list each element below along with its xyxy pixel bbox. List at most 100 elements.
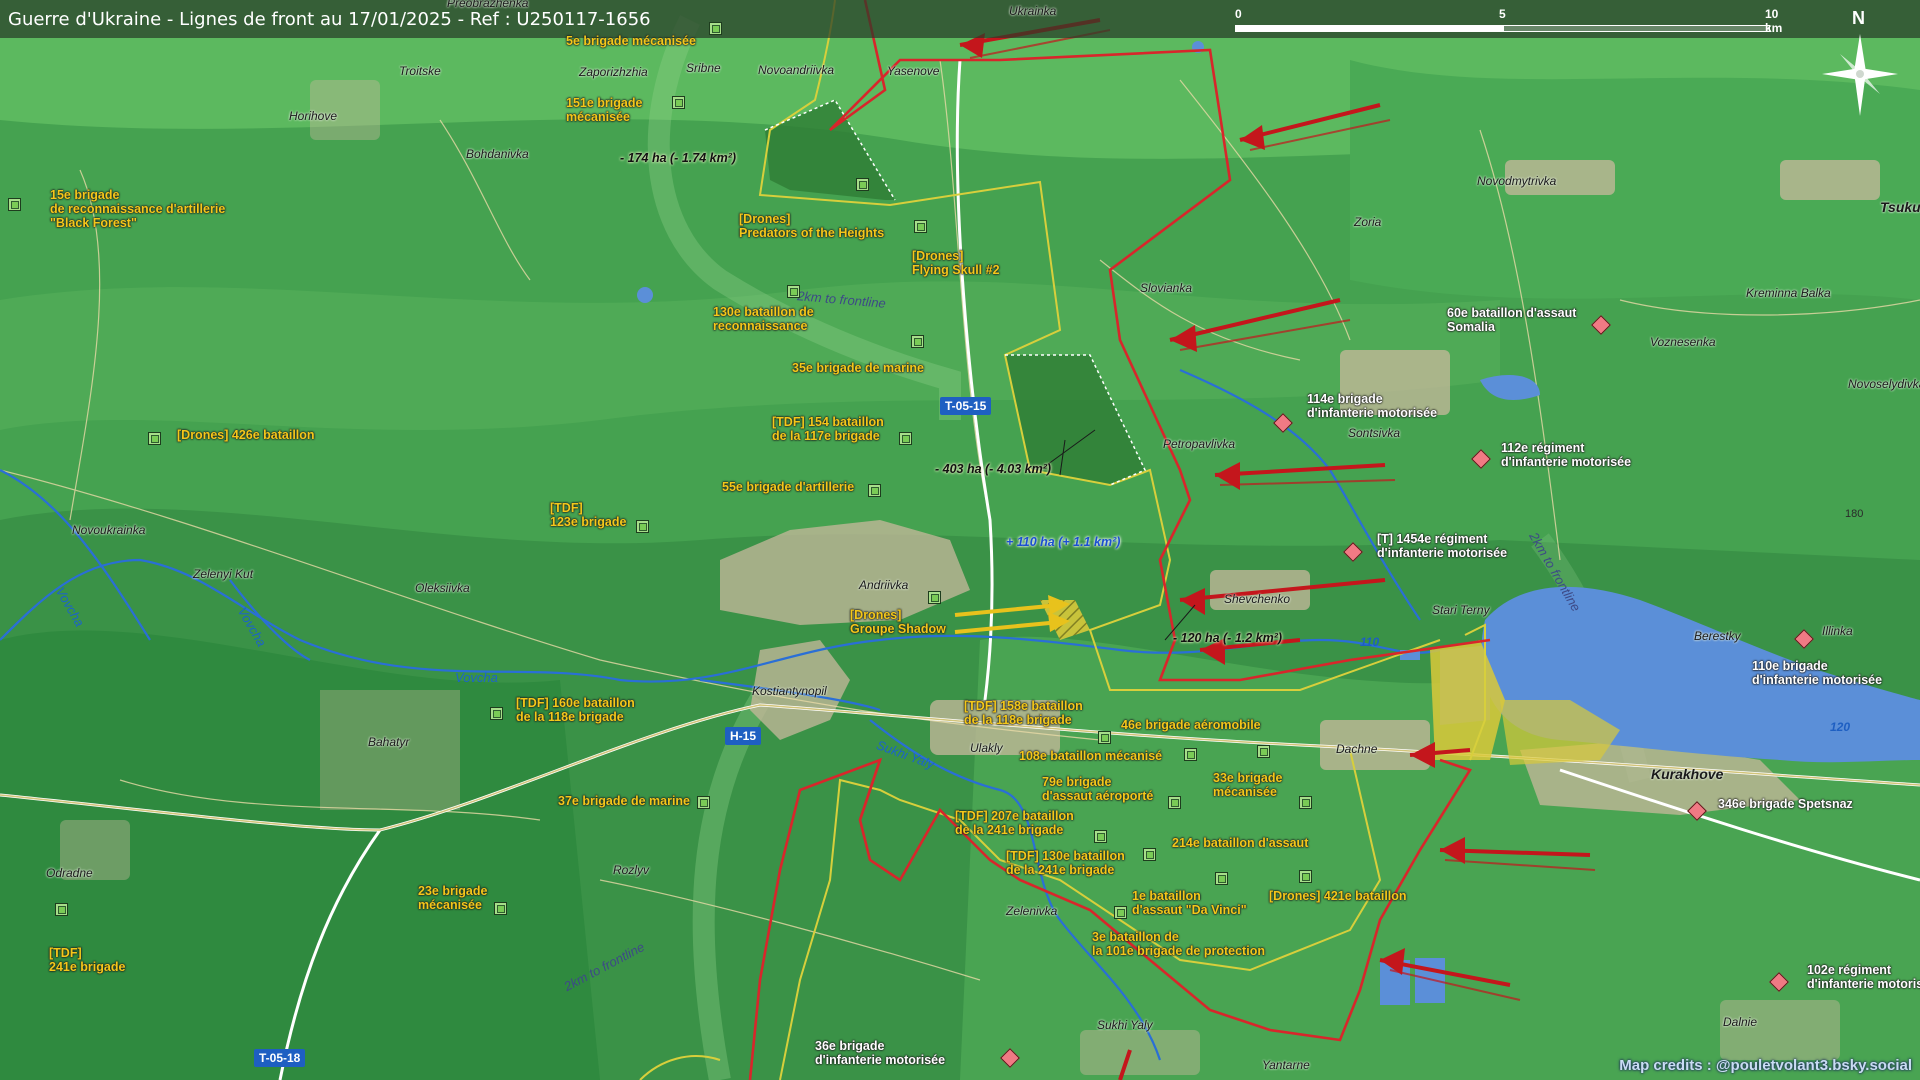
unit-marker-icon[interactable] [55,903,68,916]
settlement-label: Kostiantynopil [752,684,827,698]
ukr-unit-label: 214e bataillon d'assaut [1172,836,1309,850]
ru-unit-label: 112e régiment d'infanterie motorisée [1501,441,1632,469]
unit-marker-icon[interactable] [1098,731,1111,744]
settlement-label: Stari Terny [1432,603,1490,617]
settlement-label: Shevchenko [1224,592,1291,606]
settlement-label: Novoselydivka [1848,377,1920,391]
settlement-label: Novoandriivka [758,63,835,77]
settlement-label: Dalnie [1723,1015,1758,1029]
unit-marker-icon[interactable] [1299,870,1312,883]
unit-marker-icon[interactable] [1184,748,1197,761]
ukr-unit-label: [TDF] 207e bataillon de la 241e brigade [955,809,1074,837]
unit-marker-icon[interactable] [1299,796,1312,809]
unit-marker-icon[interactable] [928,591,941,604]
ukr-unit-label: [TDF] 241e brigade [49,946,126,974]
map-credits: Map credits : @pouletvolant3.bsky.social [1619,1057,1912,1074]
terrain-layer [0,0,1920,1080]
scale-tick: 5 [1499,7,1506,21]
ru-unit-label: [T] 1454e régiment d'infanterie motorisé… [1377,532,1508,560]
scale-tick: 10 km [1765,7,1783,35]
ukr-unit-label: [Drones] Groupe Shadow [850,608,946,636]
settlement-label: Sontsivka [1348,426,1401,440]
frontline-map[interactable]: Guerre d'Ukraine - Lignes de front au 17… [0,0,1920,1080]
unit-marker-icon[interactable] [1143,848,1156,861]
scale-segment [1503,25,1770,32]
unit-marker-icon[interactable] [8,198,21,211]
scale-tick: 0 [1235,7,1242,21]
ukr-unit-label: [TDF] 123e brigade [550,501,627,529]
unit-marker-icon[interactable] [899,432,912,445]
settlement-label: Zaporizhzhia [579,65,648,79]
road-shield: H-15 [725,727,762,745]
settlement-label: Kurakhove [1651,766,1724,782]
ukr-unit-label: [TDF] 154 bataillon de la 117e brigade [772,415,884,443]
ukr-unit-label: 37e brigade de marine [558,794,691,808]
ukr-unit-label: 1e bataillon d'assaut "Da Vinci" [1132,889,1247,917]
settlement-label: Petropavlivka [1163,437,1236,451]
settlement-label: Sribne [686,61,721,75]
settlement-label: Yantarne [1262,1058,1310,1072]
altitude-label: 180 [1845,508,1864,520]
settlement-label: Novodmytrivka [1477,174,1557,188]
ru-unit-label: 60e bataillon d'assaut Somalia [1447,306,1577,334]
road-shield: 110 [1360,635,1380,649]
settlement-label: Yasenove [887,64,940,78]
settlement-label: Kreminna Balka [1746,286,1831,300]
settlement-label: Illinka [1822,624,1853,638]
ru-unit-label: 346e brigade Spetsnaz [1718,797,1853,811]
title-bar: Guerre d'Ukraine - Lignes de front au 17… [0,0,1920,38]
ukr-unit-label: 15e brigade de reconnaissance d'artiller… [50,188,226,230]
unit-marker-icon[interactable] [1215,872,1228,885]
unit-marker-icon[interactable] [914,220,927,233]
settlement-label: Zelenivka [1006,904,1058,918]
settlement-label: Oleksiivka [415,581,470,595]
unit-marker-icon[interactable] [1094,830,1107,843]
ukr-unit-label: 5e brigade mécanisée [566,34,696,48]
ukr-unit-label: [Drones] Flying Skull #2 [912,249,1000,277]
settlement-label: Novoukrainka [72,523,146,537]
scale-segment [1235,25,1503,32]
ukr-unit-label: [TDF] 130e bataillon de la 241e brigade [1006,849,1125,877]
unit-marker-icon[interactable] [490,707,503,720]
scale-bar: 0 5 10 km [1235,7,1782,35]
settlement-label: Zoria [1354,215,1382,229]
ukr-unit-label: [Drones] 426e bataillon [177,428,315,442]
area-change-label: - 174 ha (- 1.74 km²) [620,151,737,165]
area-change-label: - 403 ha (- 4.03 km²) [935,462,1052,476]
ukr-unit-label: 35e brigade de marine [792,361,925,375]
unit-marker-icon[interactable] [856,178,869,191]
settlement-label: Troitske [399,64,441,78]
settlement-label: Odradne [46,866,93,880]
settlement-label: Sukhi Yaly [1097,1018,1153,1032]
settlement-label: Berestky [1694,629,1741,643]
settlement-label: Bohdanivka [466,147,529,161]
map-title: Guerre d'Ukraine - Lignes de front au 17… [8,9,651,30]
ukr-unit-label: 79e brigade d'assaut aéroporté [1042,775,1154,803]
ru-unit-label: 110e brigade d'infanterie motorisée [1752,659,1883,687]
unit-marker-icon[interactable] [1168,796,1181,809]
river-label: Vovcha [455,670,498,685]
unit-marker-icon[interactable] [636,520,649,533]
settlement-label: Bahatyr [368,735,410,749]
ukr-unit-label: 108e bataillon mécanisé [1019,749,1163,763]
unit-marker-icon[interactable] [1114,906,1127,919]
unit-marker-icon[interactable] [911,335,924,348]
settlement-label: Dachne [1336,742,1378,756]
unit-marker-icon[interactable] [709,22,722,35]
ukr-unit-label: [Drones] Predators of the Heights [739,212,885,240]
unit-marker-icon[interactable] [787,285,800,298]
unit-marker-icon[interactable] [148,432,161,445]
unit-marker-icon[interactable] [697,796,710,809]
ukr-unit-label: 55e brigade d'artillerie [722,480,855,494]
ukr-unit-label: [Drones] 421e bataillon [1269,889,1407,903]
ukr-unit-label: 33e brigade mécanisée [1213,771,1283,799]
unit-marker-icon[interactable] [494,902,507,915]
compass-rose-icon: N [1810,6,1910,116]
settlement-label: Rozlyv [613,863,650,877]
unit-marker-icon[interactable] [868,484,881,497]
ukr-unit-label: 151e brigade mécanisée [566,96,643,124]
ukr-unit-label: [TDF] 158e bataillon de la 118e brigade [964,699,1083,727]
unit-marker-icon[interactable] [672,96,685,109]
unit-marker-icon[interactable] [1257,745,1270,758]
settlement-label: Ukrainka [1009,4,1057,18]
